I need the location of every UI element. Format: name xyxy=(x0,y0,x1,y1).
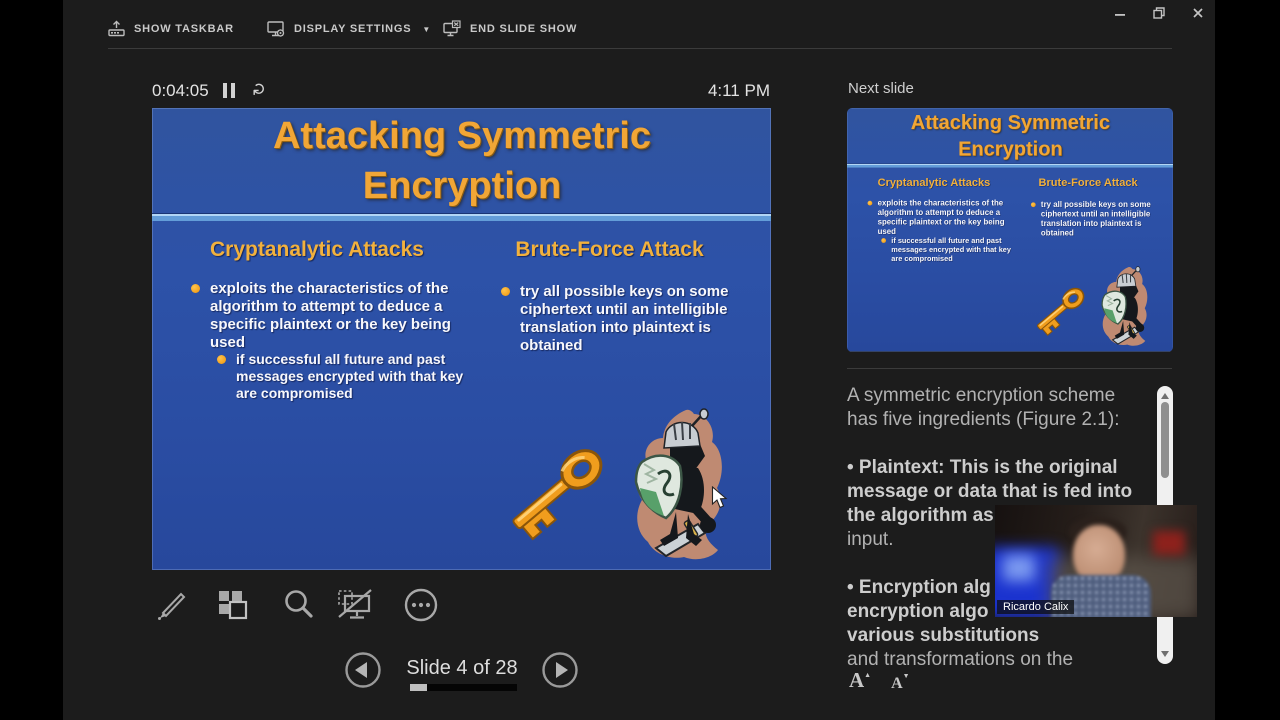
next-slide-button[interactable] xyxy=(541,651,579,689)
bullet-dot-icon xyxy=(881,238,886,243)
bullet-text: try all possible keys on some ciphertext… xyxy=(520,283,729,354)
gold-key-clipart xyxy=(1037,287,1085,336)
sub-bullet-item: if successful all future and past messag… xyxy=(217,351,464,402)
gold-key-clipart xyxy=(512,449,603,541)
increase-font-button[interactable]: A▲ xyxy=(849,668,871,693)
column-heading-cryptanalytic: Cryptanalytic Attacks xyxy=(210,238,424,261)
bullet-text: if successful all future and past messag… xyxy=(891,236,1012,263)
slide-sorter-icon xyxy=(219,591,248,620)
slideshow-progress-bar xyxy=(410,684,517,691)
close-button[interactable] xyxy=(1187,5,1209,21)
notes-line: has five ingredients (Figure 2.1): xyxy=(847,409,1120,430)
increase-font-glyph: A xyxy=(849,668,865,692)
bullet-dot-icon xyxy=(867,200,873,206)
webcam-video-overlay: Ricardo Calix xyxy=(995,505,1197,617)
scrollbar-thumb[interactable] xyxy=(1161,402,1169,478)
more-options-button[interactable] xyxy=(401,586,441,624)
bullet-text: exploits the characteristics of the algo… xyxy=(210,280,451,351)
bullet-text: if successful all future and past messag… xyxy=(236,351,464,401)
slide-counter: Slide 4 of 28 xyxy=(406,657,518,679)
notes-line: various substitutions xyxy=(847,625,1040,646)
sub-bullet-item: if successful all future and past messag… xyxy=(881,236,1012,263)
next-arrow-icon xyxy=(542,652,578,688)
minimize-icon xyxy=(1115,14,1125,16)
ellipsis-icon xyxy=(404,588,438,622)
next-slide-label: Next slide xyxy=(848,80,914,97)
current-time: 4:11 PM xyxy=(707,81,770,100)
notes-line: message or data that is fed into xyxy=(847,481,1133,502)
increase-caret-icon: ▲ xyxy=(864,671,872,679)
display-settings-label: DISPLAY SETTINGS xyxy=(294,23,412,35)
slide-divider xyxy=(847,163,1173,168)
bullet-text: exploits the characteristics of the algo… xyxy=(877,198,1005,237)
pen-tool-button[interactable] xyxy=(151,586,191,624)
decrease-font-button[interactable]: A▼ xyxy=(891,672,910,693)
bullet-dot-icon xyxy=(1030,202,1036,208)
minimize-button[interactable] xyxy=(1109,5,1131,21)
restore-button[interactable] xyxy=(1148,5,1170,21)
previous-slide-button[interactable] xyxy=(344,651,382,689)
notes-line: A symmetric encryption scheme xyxy=(847,385,1116,406)
end-slide-show-button[interactable]: END SLIDE SHOW xyxy=(443,20,577,38)
current-slide-area[interactable]: Attacking Symmetric Encryption Cryptanal… xyxy=(152,108,771,570)
toolbar-separator xyxy=(108,48,1172,49)
mouse-cursor xyxy=(711,486,728,509)
webcam-name-label: Ricardo Calix xyxy=(997,600,1075,614)
presentation-slide[interactable]: Attacking Symmetric Encryption Cryptanal… xyxy=(847,108,1173,352)
elapsed-timer: 0:04:05 xyxy=(152,81,209,100)
bullet-dot-icon xyxy=(217,355,226,364)
taskbar-icon xyxy=(108,20,125,37)
notes-line: • Plaintext: This is the original xyxy=(847,457,1118,478)
bullet-dot-icon xyxy=(501,287,510,296)
show-taskbar-label: SHOW TASKBAR xyxy=(134,22,234,35)
knight-clipart xyxy=(1101,266,1148,346)
end-slide-show-label: END SLIDE SHOW xyxy=(470,23,578,35)
presentation-slide[interactable]: Attacking Symmetric Encryption Cryptanal… xyxy=(152,108,771,570)
bullet-dot-icon xyxy=(191,284,200,293)
column-heading-bruteforce: Brute-Force Attack xyxy=(1038,176,1138,189)
bullet-item: exploits the characteristics of the algo… xyxy=(867,198,1011,237)
zoom-slide-button[interactable] xyxy=(279,586,319,624)
notes-font-controls: A▲ A▼ xyxy=(849,668,910,693)
scroll-down-icon[interactable] xyxy=(1161,651,1169,657)
close-icon xyxy=(1193,8,1203,18)
see-all-slides-button[interactable] xyxy=(213,586,253,624)
progress-fill xyxy=(410,684,428,691)
show-taskbar-button[interactable]: SHOW TASKBAR xyxy=(108,20,234,37)
end-slide-show-icon xyxy=(443,20,461,37)
pen-icon xyxy=(158,592,186,620)
black-screen-icon xyxy=(338,589,372,619)
black-screen-button[interactable] xyxy=(335,586,375,624)
decrease-font-glyph: A xyxy=(891,675,903,692)
slide-title: Attacking Symmetric Encryption xyxy=(910,111,1110,161)
decrease-caret-icon: ▼ xyxy=(902,672,910,680)
column-heading-bruteforce: Brute-Force Attack xyxy=(515,238,704,261)
next-slide-thumbnail[interactable]: Attacking Symmetric Encryption Cryptanal… xyxy=(847,108,1173,352)
notes-separator xyxy=(847,368,1172,369)
webcam-background-glow xyxy=(1003,555,1035,581)
column-heading-cryptanalytic: Cryptanalytic Attacks xyxy=(877,176,991,189)
bullet-item: try all possible keys on some ciphertext… xyxy=(501,283,762,355)
presenter-view-window: SHOW TASKBAR DISPLAY SETTINGS ▼ END SLID… xyxy=(63,0,1215,720)
pause-timer-button[interactable] xyxy=(223,83,237,98)
bullet-item: exploits the characteristics of the algo… xyxy=(191,280,462,352)
bullet-text: try all possible keys on some ciphertext… xyxy=(1040,200,1151,238)
magnifier-icon xyxy=(285,590,313,618)
slide-divider xyxy=(152,213,771,221)
slide-title: Attacking Symmetric Encryption xyxy=(272,115,651,207)
previous-arrow-icon xyxy=(345,652,381,688)
restore-icon xyxy=(1153,7,1165,19)
display-settings-icon xyxy=(267,21,285,37)
bullet-item: try all possible keys on some ciphertext… xyxy=(1030,200,1169,238)
display-settings-button[interactable]: DISPLAY SETTINGS ▼ xyxy=(267,20,430,38)
scroll-up-icon[interactable] xyxy=(1161,393,1169,399)
restart-timer-button[interactable]: ↻ xyxy=(250,82,270,96)
dropdown-caret-icon: ▼ xyxy=(422,24,431,34)
webcam-background-object xyxy=(1153,531,1185,555)
